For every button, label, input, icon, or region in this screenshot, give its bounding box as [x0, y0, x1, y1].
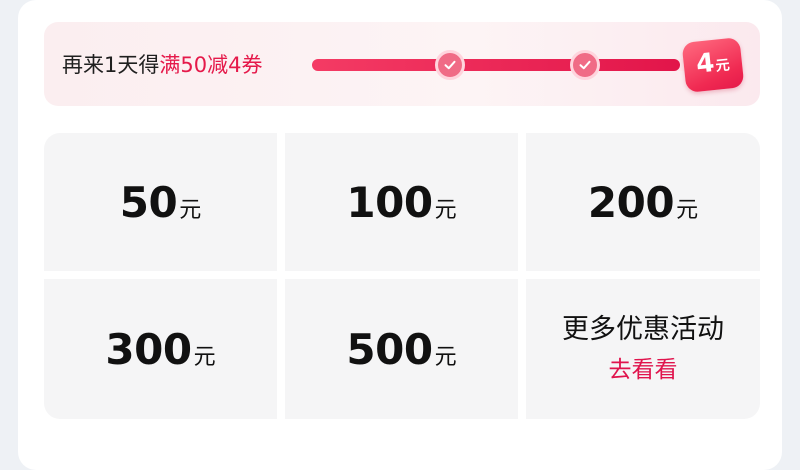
- amount-unit: 元: [193, 344, 216, 370]
- amount-unit: 元: [434, 344, 457, 370]
- more-offers-cell[interactable]: 更多优惠活动 去看看: [526, 279, 760, 419]
- promo-banner: 再来1天得满50减4券 4元: [44, 22, 760, 106]
- badge-unit: 元: [714, 57, 731, 75]
- amount-option-100[interactable]: 100 元: [285, 133, 518, 271]
- amount-value: 200: [587, 177, 675, 227]
- badge-value: 4: [694, 47, 716, 80]
- progress-bar: [312, 50, 712, 80]
- more-offers-link[interactable]: 去看看: [609, 354, 678, 386]
- check-icon: [435, 50, 465, 80]
- amount-value: 100: [346, 177, 433, 227]
- progress-fill: [312, 59, 680, 71]
- amount-value: 500: [346, 324, 433, 374]
- promo-prefix: 再来1天得: [62, 53, 160, 77]
- amount-option-50[interactable]: 50 元: [44, 133, 277, 271]
- amount-option-300[interactable]: 300 元: [44, 279, 277, 419]
- promo-highlight: 满50减4券: [159, 53, 263, 77]
- more-offers-title: 更多优惠活动: [562, 314, 724, 345]
- check-icon: [570, 50, 600, 80]
- amount-option-200[interactable]: 200 元: [526, 133, 760, 271]
- amount-option-500[interactable]: 500 元: [285, 279, 518, 419]
- amount-unit: 元: [434, 197, 457, 223]
- amount-value: 50: [119, 177, 178, 227]
- amount-unit: 元: [179, 197, 202, 223]
- promo-text: 再来1天得满50减4券: [62, 52, 262, 78]
- amount-unit: 元: [676, 197, 699, 223]
- amount-value: 300: [105, 324, 192, 374]
- amount-grid: 50 元 100 元 200 元 300 元 500 元 更多优惠活动 去看看: [44, 133, 760, 419]
- reward-badge: 4元: [681, 37, 745, 93]
